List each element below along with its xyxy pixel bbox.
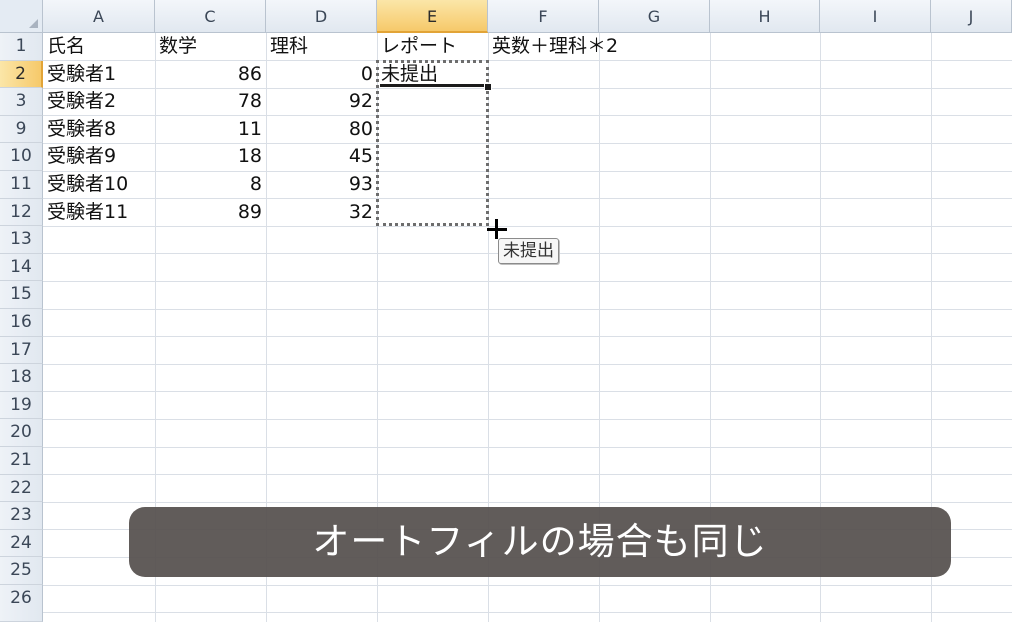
cell-name[interactable]: 受験者8 xyxy=(43,116,155,143)
cell-math[interactable]: 78 xyxy=(155,88,266,115)
row-header-3[interactable]: 3 xyxy=(0,88,43,116)
autofill-tooltip: 未提出 xyxy=(498,238,559,264)
row-header-12[interactable]: 12 xyxy=(0,198,43,227)
grid-line xyxy=(43,447,1012,448)
cell-science[interactable]: 93 xyxy=(266,171,377,198)
column-header-g[interactable]: G xyxy=(599,0,710,33)
cell-science[interactable]: 80 xyxy=(266,116,377,143)
grid-line xyxy=(43,336,1012,337)
spreadsheet: A C D E F G H I J 1 2 3 9 10 11 12 13 14… xyxy=(0,0,1012,622)
cell-math[interactable]: 18 xyxy=(155,143,266,170)
column-header-j[interactable]: J xyxy=(931,0,1012,33)
row-header-18[interactable]: 18 xyxy=(0,364,43,392)
row-header-13[interactable]: 13 xyxy=(0,226,43,254)
row-header-2[interactable]: 2 xyxy=(0,60,43,89)
grid-line xyxy=(43,585,1012,586)
row-header-1[interactable]: 1 xyxy=(0,33,43,61)
row-header-9[interactable]: 9 xyxy=(0,115,43,144)
cell-science[interactable]: 92 xyxy=(266,88,377,115)
row-header-10[interactable]: 10 xyxy=(0,143,43,171)
grid-line xyxy=(43,281,1012,282)
row-header-22[interactable]: 22 xyxy=(0,474,43,503)
row-header-23[interactable]: 23 xyxy=(0,502,43,530)
cell-math[interactable]: 89 xyxy=(155,199,266,226)
cell-math[interactable]: 11 xyxy=(155,116,266,143)
select-all-corner[interactable] xyxy=(0,0,43,33)
column-header-h[interactable]: H xyxy=(710,0,820,33)
cell-name[interactable]: 受験者2 xyxy=(43,88,155,115)
cell-e1[interactable]: レポート xyxy=(377,33,488,60)
cell-science[interactable]: 32 xyxy=(266,199,377,226)
cell-a1[interactable]: 氏名 xyxy=(43,33,155,60)
cell-c1[interactable]: 数学 xyxy=(155,33,266,60)
grid-line xyxy=(43,364,1012,365)
column-header-e[interactable]: E xyxy=(377,0,488,33)
row-header-24[interactable]: 24 xyxy=(0,529,43,558)
grid-line xyxy=(43,309,1012,310)
row-header-19[interactable]: 19 xyxy=(0,391,43,420)
active-cell-border xyxy=(380,84,486,87)
row-header-20[interactable]: 20 xyxy=(0,419,43,447)
row-header-11[interactable]: 11 xyxy=(0,171,43,199)
row-header-17[interactable]: 17 xyxy=(0,336,43,365)
cell-math[interactable]: 8 xyxy=(155,171,266,198)
select-all-triangle-icon xyxy=(29,19,38,28)
cell-name[interactable]: 受験者10 xyxy=(43,171,155,198)
grid-line xyxy=(43,391,1012,392)
row-header-15[interactable]: 15 xyxy=(0,281,43,309)
cell-name[interactable]: 受験者9 xyxy=(43,143,155,170)
cell-f1[interactable]: 英数＋理科＊2 xyxy=(488,33,710,60)
column-header-d[interactable]: D xyxy=(266,0,377,33)
column-header-c[interactable]: C xyxy=(155,0,266,33)
row-header-21[interactable]: 21 xyxy=(0,447,43,475)
caption-banner: オートフィルの場合も同じ xyxy=(129,507,951,577)
row-header-26[interactable]: 26 xyxy=(0,585,43,622)
cell-name[interactable]: 受験者11 xyxy=(43,199,155,226)
grid-line xyxy=(43,502,1012,503)
cell-science[interactable]: 45 xyxy=(266,143,377,170)
row-header-25[interactable]: 25 xyxy=(0,557,43,585)
cell-science[interactable]: 0 xyxy=(266,61,377,88)
row-header-14[interactable]: 14 xyxy=(0,253,43,282)
cell-math[interactable]: 86 xyxy=(155,61,266,88)
grid-line xyxy=(43,612,1012,613)
column-header-i[interactable]: I xyxy=(820,0,931,33)
cell-d1[interactable]: 理科 xyxy=(266,33,377,60)
cell-name[interactable]: 受験者1 xyxy=(43,61,155,88)
row-header-16[interactable]: 16 xyxy=(0,309,43,337)
grid-line xyxy=(43,226,1012,227)
crosshair-vertical xyxy=(495,219,498,239)
fill-handle[interactable] xyxy=(484,83,492,91)
column-header-a[interactable]: A xyxy=(43,0,155,33)
grid-line xyxy=(43,419,1012,420)
column-header-f[interactable]: F xyxy=(488,0,599,33)
grid-line xyxy=(43,474,1012,475)
